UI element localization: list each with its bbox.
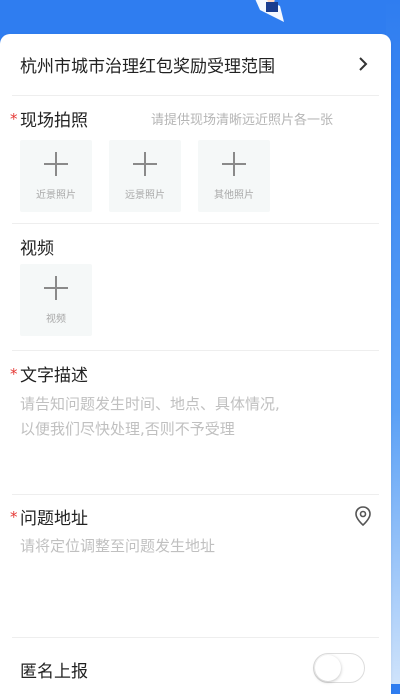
- reward-range-label: 杭州市城市治理红包奖励受理范围: [20, 56, 275, 77]
- required-mark: *: [10, 110, 18, 128]
- description-placeholder-line1: 请告知问题发生时间、地点、具体情况,: [20, 395, 280, 413]
- required-mark: *: [10, 508, 18, 526]
- report-form-card: 杭州市城市治理红包奖励受理范围 * 现场拍照 请提供现场清晰远近照片各一张 近景…: [0, 34, 391, 694]
- divider: [12, 95, 379, 96]
- description-title-text: 文字描述: [20, 366, 88, 386]
- video-upload[interactable]: 视频: [20, 264, 92, 336]
- plus-icon: [133, 152, 157, 176]
- divider: [12, 223, 379, 224]
- plus-icon: [44, 152, 68, 176]
- photos-hint: 请提供现场清晰远近照片各一张: [151, 113, 334, 128]
- near-photo-upload[interactable]: 近景照片: [20, 140, 92, 212]
- person-illustration-icon: [255, 0, 284, 22]
- location-pin-icon[interactable]: [354, 506, 372, 526]
- toggle-knob: [315, 655, 341, 681]
- divider: [12, 494, 379, 495]
- video-title: 视频: [20, 239, 54, 259]
- chevron-right-icon: [359, 57, 368, 71]
- photos-title: * 现场拍照: [10, 106, 88, 131]
- description-title: * 文字描述: [10, 361, 88, 386]
- anonymous-title: 匿名上报: [20, 662, 88, 682]
- photos-title-text: 现场拍照: [20, 111, 88, 131]
- address-input[interactable]: 请将定位调整至问题发生地址: [20, 534, 350, 559]
- tile-caption: 近景照片: [36, 190, 76, 201]
- plus-icon: [44, 276, 68, 300]
- description-placeholder-line2: 以便我们尽快处理,否则不予受理: [20, 420, 235, 438]
- tile-caption: 远景照片: [125, 190, 165, 201]
- address-title-text: 问题地址: [20, 509, 88, 529]
- other-photo-upload[interactable]: 其他照片: [198, 140, 270, 212]
- tile-caption: 其他照片: [214, 190, 254, 201]
- anonymous-toggle[interactable]: [313, 653, 365, 683]
- required-mark: *: [10, 365, 18, 383]
- address-title: * 问题地址: [10, 504, 88, 529]
- reward-range-link[interactable]: 杭州市城市治理红包奖励受理范围: [0, 34, 391, 94]
- plus-icon: [222, 152, 246, 176]
- divider: [12, 637, 379, 638]
- far-photo-upload[interactable]: 远景照片: [109, 140, 181, 212]
- description-textarea[interactable]: 请告知问题发生时间、地点、具体情况, 以便我们尽快处理,否则不予受理: [20, 392, 370, 442]
- tile-caption: 视频: [46, 314, 66, 325]
- divider: [12, 350, 379, 351]
